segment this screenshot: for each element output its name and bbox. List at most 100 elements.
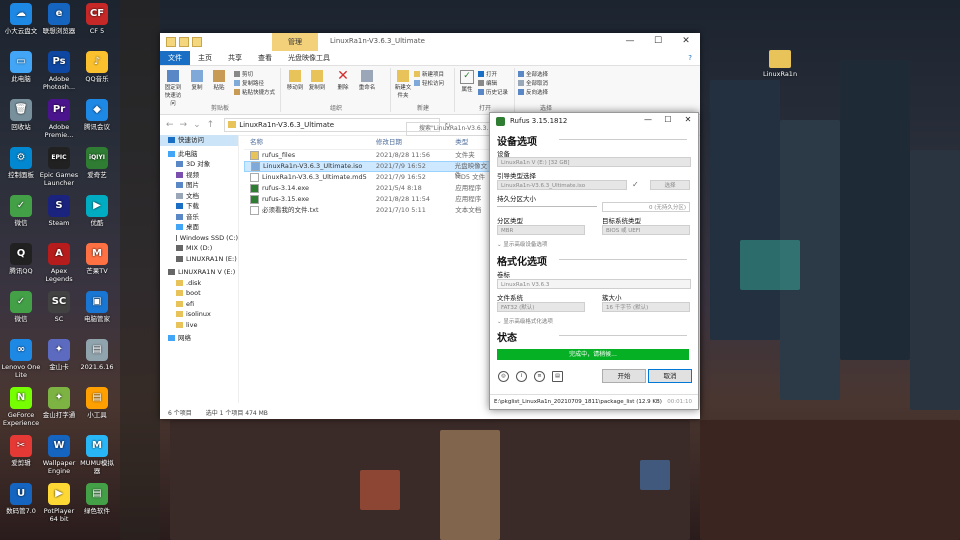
easy-access-button[interactable]: 轻松访问 [414, 79, 444, 87]
desktop-icon[interactable]: ♪ QQ音乐 [77, 51, 117, 83]
nav-item[interactable]: 桌面 [160, 222, 238, 233]
nav-item[interactable]: 3D 对象 [160, 159, 238, 170]
desktop-icon[interactable]: Ps Adobe Photosh... [39, 51, 79, 91]
tab-home[interactable]: 主页 [190, 51, 220, 65]
file-system-select[interactable]: FAT32 (默认) [497, 302, 585, 312]
cluster-size-select[interactable]: 16 千字节 (默认) [602, 302, 690, 312]
settings-icon[interactable]: ≡ [534, 371, 545, 382]
minimize-button[interactable]: — [616, 33, 644, 49]
up-icon[interactable]: ↑ [207, 120, 215, 130]
start-button[interactable]: 开始 [602, 369, 646, 383]
desktop-icon[interactable]: ▤ 绿色软件 [77, 483, 117, 515]
desktop-icon[interactable]: iQIYI 爱奇艺 [77, 147, 117, 179]
advanced-drive-toggle[interactable]: ⌄ 显示高级设备选项 [497, 240, 547, 248]
desktop-icon[interactable]: ▶ PotPlayer 64 bit [39, 483, 79, 523]
desktop-icon[interactable]: EPIC Epic Games Launcher [39, 147, 79, 187]
target-system-select[interactable]: BIOS 或 UEFI [602, 225, 690, 235]
nav-item[interactable]: 音乐 [160, 212, 238, 223]
table-row[interactable]: rufus-3.14.exe 2021/5/4 8:18 应用程序 [244, 183, 494, 194]
table-row[interactable]: rufus-3.15.exe 2021/8/28 11:54 应用程序 [244, 194, 494, 205]
desktop-icon[interactable]: ⚙ 控制面板 [1, 147, 41, 179]
log-icon[interactable]: ▤ [552, 371, 563, 382]
column-name[interactable]: 名称 [244, 135, 376, 149]
select-all-button[interactable]: 全部选择 [518, 70, 548, 78]
properties-button[interactable]: ✓ 属性 [458, 70, 476, 93]
desktop-icon[interactable]: ▣ 电脑管家 [77, 291, 117, 323]
desktop-icon[interactable]: ▤ 2021.6.16 [77, 339, 117, 371]
copy-button[interactable]: 复制 [188, 70, 206, 91]
desktop-icon[interactable]: Q 腾讯QQ [1, 243, 41, 275]
pin-button[interactable]: 固定到快速访问 [164, 70, 182, 107]
desktop-icon[interactable]: ∞ Lenovo One Lite [1, 339, 41, 379]
nav-item[interactable]: .disk [160, 278, 238, 289]
nav-item[interactable]: 快速访问 [160, 135, 238, 146]
nav-item[interactable]: LINUXRA1N (E:) [160, 254, 238, 265]
maximize-button[interactable]: ☐ [658, 113, 678, 127]
desktop-icon[interactable]: ✓ 微信 [1, 195, 41, 227]
desktop-icon[interactable]: W Wallpaper Engine [39, 435, 79, 475]
table-row[interactable]: LinuxRa1n-V3.6.3_Ultimate.iso 2021/7/9 16… [244, 161, 494, 179]
desktop-icon[interactable]: e 联想浏览器 [39, 3, 79, 35]
desktop-icon[interactable]: U 数码管7.0 [1, 483, 41, 515]
back-icon[interactable]: ← [166, 120, 174, 130]
advanced-format-toggle[interactable]: ⌄ 显示高级格式化选项 [497, 317, 553, 325]
edit-button[interactable]: 编辑 [478, 79, 497, 87]
nav-item[interactable]: 下载 [160, 201, 238, 212]
tab-view[interactable]: 查看 [250, 51, 280, 65]
nav-item[interactable]: LINUXRA1N V (E:) [160, 267, 238, 278]
help-icon[interactable]: ? [680, 51, 700, 65]
table-row[interactable]: rufus_files 2021/8/28 11:56 文件夹 [244, 150, 494, 161]
table-row[interactable]: LinuxRa1n-V3.6.3_Ultimate.md5 2021/7/9 16… [244, 172, 494, 183]
copy-path-button[interactable]: 复制路径 [234, 79, 264, 87]
paste-button[interactable]: 粘贴 [210, 70, 228, 91]
device-select[interactable]: LinuxRa1n V (E:) [32 GB] [497, 157, 691, 167]
info-icon[interactable]: i [516, 371, 527, 382]
desktop-folder-linuxra1n[interactable]: LinuxRa1n [760, 50, 800, 78]
nav-item[interactable]: MIX (D:) [160, 243, 238, 254]
desktop-icon[interactable]: Pr Adobe Premie... [39, 99, 79, 139]
persistent-size-input[interactable]: 0 (无持久分区) [602, 202, 690, 212]
tab-manage[interactable]: 管理 [272, 33, 318, 51]
partition-scheme-select[interactable]: MBR [497, 225, 585, 235]
quick-access-toolbar[interactable] [160, 37, 202, 47]
volume-label-input[interactable]: LinuxRa1n V3.6.3 [497, 279, 691, 289]
tab-disc-image-tools[interactable]: 光盘映像工具 [280, 51, 338, 65]
desktop-icon[interactable]: ✓ 微信 [1, 291, 41, 323]
desktop-icon[interactable]: ▭ 此电脑 [1, 51, 41, 83]
new-item-button[interactable]: 新建项目 [414, 70, 444, 78]
forward-icon[interactable]: → [180, 120, 188, 130]
desktop-icon[interactable]: ✦ 金山卡 [39, 339, 79, 371]
desktop-icon[interactable]: ▶ 优酷 [77, 195, 117, 227]
new-folder-button[interactable]: 新建文件夹 [394, 70, 412, 99]
history-button[interactable]: 历史记录 [478, 88, 508, 96]
desktop-icon[interactable]: S Steam [39, 195, 79, 227]
desktop-icon[interactable]: SC SC [39, 291, 79, 323]
minimize-button[interactable]: — [638, 113, 658, 127]
boot-selection-select[interactable]: LinuxRa1n-V3.6.3_Ultimate.iso [497, 180, 627, 190]
tab-share[interactable]: 共享 [220, 51, 250, 65]
copy-to-button[interactable]: 复制到 [308, 70, 326, 91]
desktop-icon[interactable]: ▤ 小工具 [77, 387, 117, 419]
nav-item[interactable]: 文档 [160, 191, 238, 202]
desktop-icon[interactable]: M MUMU模拟器 [77, 435, 117, 475]
desktop-icon[interactable]: ✦ 金山打字通 [39, 387, 79, 419]
desktop-icon[interactable]: ☁ 小大云盘文 [1, 3, 41, 35]
nav-item[interactable]: 网络 [160, 333, 238, 344]
select-button[interactable]: 选择 [650, 180, 690, 190]
desktop-icon[interactable]: ◆ 腾讯会议 [77, 99, 117, 131]
paste-shortcut-button[interactable]: 粘贴快捷方式 [234, 88, 275, 96]
desktop-icon[interactable]: A Apex Legends [39, 243, 79, 283]
chevron-down-icon[interactable]: ⌄ [193, 120, 201, 130]
desktop-icon[interactable]: M 芒果TV [77, 243, 117, 275]
delete-button[interactable]: ✕ 删除 [334, 69, 352, 91]
tab-file[interactable]: 文件 [160, 51, 190, 65]
nav-item[interactable]: 图片 [160, 180, 238, 191]
nav-item[interactable]: boot [160, 288, 238, 299]
cancel-button[interactable]: 取消 [648, 369, 692, 383]
globe-icon[interactable]: ◎ [498, 371, 509, 382]
maximize-button[interactable]: ☐ [644, 33, 672, 49]
open-button[interactable]: 打开 [478, 70, 497, 78]
desktop-icon[interactable]: 🗑 回收站 [1, 99, 41, 131]
close-button[interactable]: ✕ [672, 33, 700, 49]
nav-item[interactable]: efi [160, 299, 238, 310]
